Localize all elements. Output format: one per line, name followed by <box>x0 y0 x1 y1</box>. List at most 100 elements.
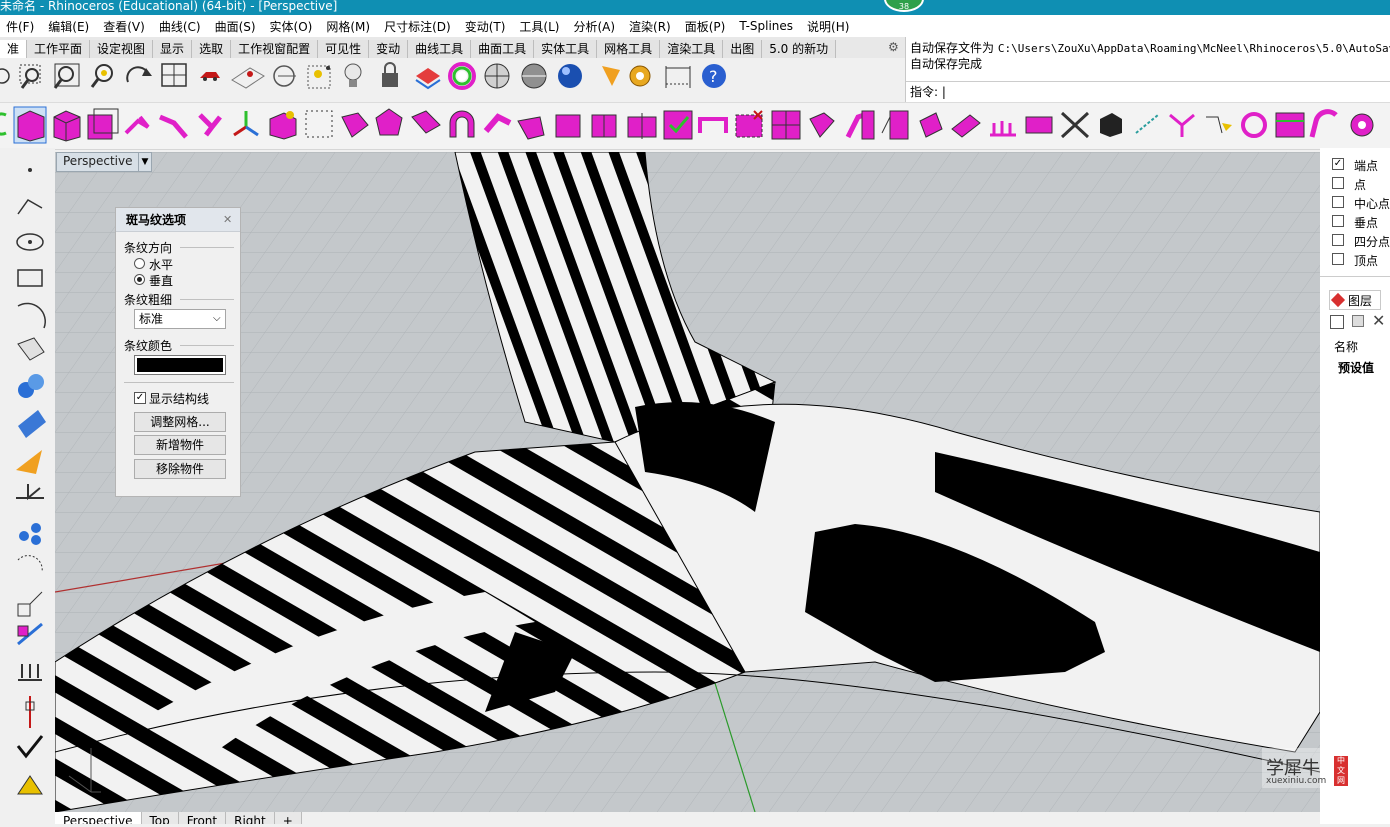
flow-icon[interactable] <box>1169 113 1195 137</box>
tab-cplanes[interactable]: 工作平面 <box>27 40 91 58</box>
tab-standard[interactable]: 准 <box>0 40 28 58</box>
render-sphere-icon[interactable] <box>558 64 582 88</box>
color-wheel-icon[interactable] <box>448 62 476 90</box>
osnap-center-checkbox[interactable] <box>1332 196 1344 208</box>
menu-help[interactable]: 说明(H) <box>799 18 857 35</box>
osnap-toggle-icon[interactable] <box>273 65 296 87</box>
add-object-button[interactable]: 新增物件 <box>134 435 226 455</box>
dimension-icon[interactable] <box>665 66 691 88</box>
osnap-perp-checkbox[interactable] <box>1332 215 1344 227</box>
materials-icon[interactable] <box>602 66 620 86</box>
tab-transform[interactable]: 变动 <box>369 40 409 58</box>
help-icon[interactable]: ? <box>702 64 726 88</box>
menu-tools[interactable]: 工具(L) <box>511 18 567 35</box>
axis-gumball-icon[interactable] <box>233 111 259 137</box>
thickness-select[interactable]: 标准 ⌵ <box>134 309 226 329</box>
tab-mesh-tools[interactable]: 网格工具 <box>597 40 661 58</box>
tab-visibility[interactable]: 可见性 <box>318 40 370 58</box>
ellipse-icon[interactable] <box>16 233 44 251</box>
options-gear-icon[interactable] <box>629 65 651 87</box>
tab-viewport-layout[interactable]: 工作视窗配置 <box>231 40 319 58</box>
menu-render[interactable]: 渲染(R) <box>621 18 679 35</box>
menu-file[interactable]: 件(F) <box>0 18 42 35</box>
arc-icon[interactable] <box>17 302 46 329</box>
cluster-dots-icon[interactable] <box>19 523 41 545</box>
menu-surface[interactable]: 曲面(S) <box>207 18 264 35</box>
points-on-icon[interactable] <box>307 65 331 89</box>
tab-select[interactable]: 选取 <box>192 40 232 58</box>
zoom-window-icon[interactable] <box>19 64 41 89</box>
point-icon[interactable] <box>0 68 10 84</box>
osnap-point-checkbox[interactable] <box>1332 177 1344 189</box>
tab-display[interactable]: 显示 <box>153 40 193 58</box>
grid-surface-icon[interactable] <box>627 113 657 139</box>
network-surface-icon[interactable] <box>1025 116 1053 134</box>
black-box-icon[interactable] <box>1100 113 1122 137</box>
menu-tsplines[interactable]: T-Splines <box>731 19 801 33</box>
blue-surface-icon[interactable] <box>18 410 46 438</box>
sweep-icon[interactable] <box>159 114 188 139</box>
tab-new-in-v5[interactable]: 5.0 的新功 <box>762 40 837 58</box>
layer-color-icon[interactable] <box>415 68 441 90</box>
zebra-close-icon[interactable]: ✕ <box>223 213 232 226</box>
adjust-mesh-button[interactable]: 调整网格... <box>134 412 226 432</box>
stripe-color-swatch[interactable] <box>134 355 226 375</box>
tab-surface-tools[interactable]: 曲面工具 <box>471 40 535 58</box>
extrude-curve-icon[interactable] <box>124 115 150 135</box>
shaded-sphere-icon[interactable] <box>484 63 510 89</box>
array-icon[interactable] <box>18 664 42 681</box>
menu-mesh[interactable]: 网格(M) <box>318 18 378 35</box>
default-layer[interactable]: 预设值 <box>1338 359 1374 376</box>
vtab-right[interactable]: Right <box>226 812 275 824</box>
tweak-surface-icon[interactable] <box>951 114 981 138</box>
vtab-top[interactable]: Top <box>141 812 179 824</box>
star-transform-icon[interactable] <box>1206 116 1232 134</box>
surface-from-curves-icon[interactable] <box>17 337 45 361</box>
bridge-icon[interactable] <box>698 117 728 133</box>
match-surface-icon[interactable] <box>845 110 875 140</box>
sphere-cluster-icon[interactable] <box>18 374 44 398</box>
box-solid-icon[interactable] <box>13 106 47 144</box>
arch-icon[interactable] <box>449 110 475 138</box>
radio-vertical[interactable] <box>134 274 145 285</box>
check-surface-icon[interactable] <box>663 110 693 140</box>
menu-transform[interactable]: 变动(T) <box>457 18 514 35</box>
dimension-tool-icon[interactable] <box>17 775 43 795</box>
partial-circle-icon[interactable] <box>0 112 7 136</box>
menu-curve[interactable]: 曲线(C) <box>151 18 209 35</box>
osnap-end-checkbox[interactable]: ✓ <box>1332 158 1344 170</box>
menu-solid[interactable]: 实体(O) <box>262 18 321 35</box>
tab-set-view[interactable]: 设定视图 <box>90 40 154 58</box>
rectangle-icon[interactable] <box>17 269 43 287</box>
point-grid-icon[interactable] <box>305 110 333 138</box>
zoom-extents-icon[interactable] <box>53 63 80 89</box>
extrude-orange-icon[interactable] <box>16 450 42 474</box>
command-prompt-input[interactable]: 指令: | <box>906 81 1390 101</box>
menu-edit[interactable]: 编辑(E) <box>40 18 97 35</box>
delete-layer-icon[interactable]: ✕ <box>1372 311 1385 330</box>
pentagon-icon[interactable] <box>375 108 403 136</box>
fin-icon[interactable] <box>990 121 1016 137</box>
radio-horizontal[interactable] <box>134 258 145 269</box>
cylinder-cut-icon[interactable] <box>555 114 581 138</box>
fold-surface-icon[interactable] <box>809 112 835 138</box>
four-viewports-icon[interactable] <box>161 63 187 87</box>
vtab-front[interactable]: Front <box>178 812 227 824</box>
perspective-viewport[interactable] <box>55 152 1320 812</box>
show-wireframe-checkbox[interactable]: ✓ <box>134 392 146 404</box>
remove-object-button[interactable]: 移除物件 <box>134 459 226 479</box>
box-wire-icon[interactable] <box>53 110 81 142</box>
menu-panels[interactable]: 面板(P) <box>677 18 734 35</box>
gear-magenta-icon[interactable] <box>1350 113 1374 137</box>
curve-on-surface-icon[interactable] <box>919 112 943 138</box>
tab-render-tools[interactable]: 渲染工具 <box>660 40 724 58</box>
project-icon[interactable] <box>1135 114 1159 134</box>
rendered-sphere-icon[interactable] <box>521 63 547 89</box>
layers-tab[interactable]: 图层 <box>1329 290 1381 310</box>
plane-icon[interactable] <box>16 484 44 501</box>
box-outline-icon[interactable] <box>87 108 119 140</box>
x-cross-icon[interactable] <box>1060 111 1090 139</box>
revolve-icon[interactable] <box>198 113 222 137</box>
blend-icon[interactable] <box>483 113 512 133</box>
pipe-grid-icon[interactable] <box>591 114 617 138</box>
